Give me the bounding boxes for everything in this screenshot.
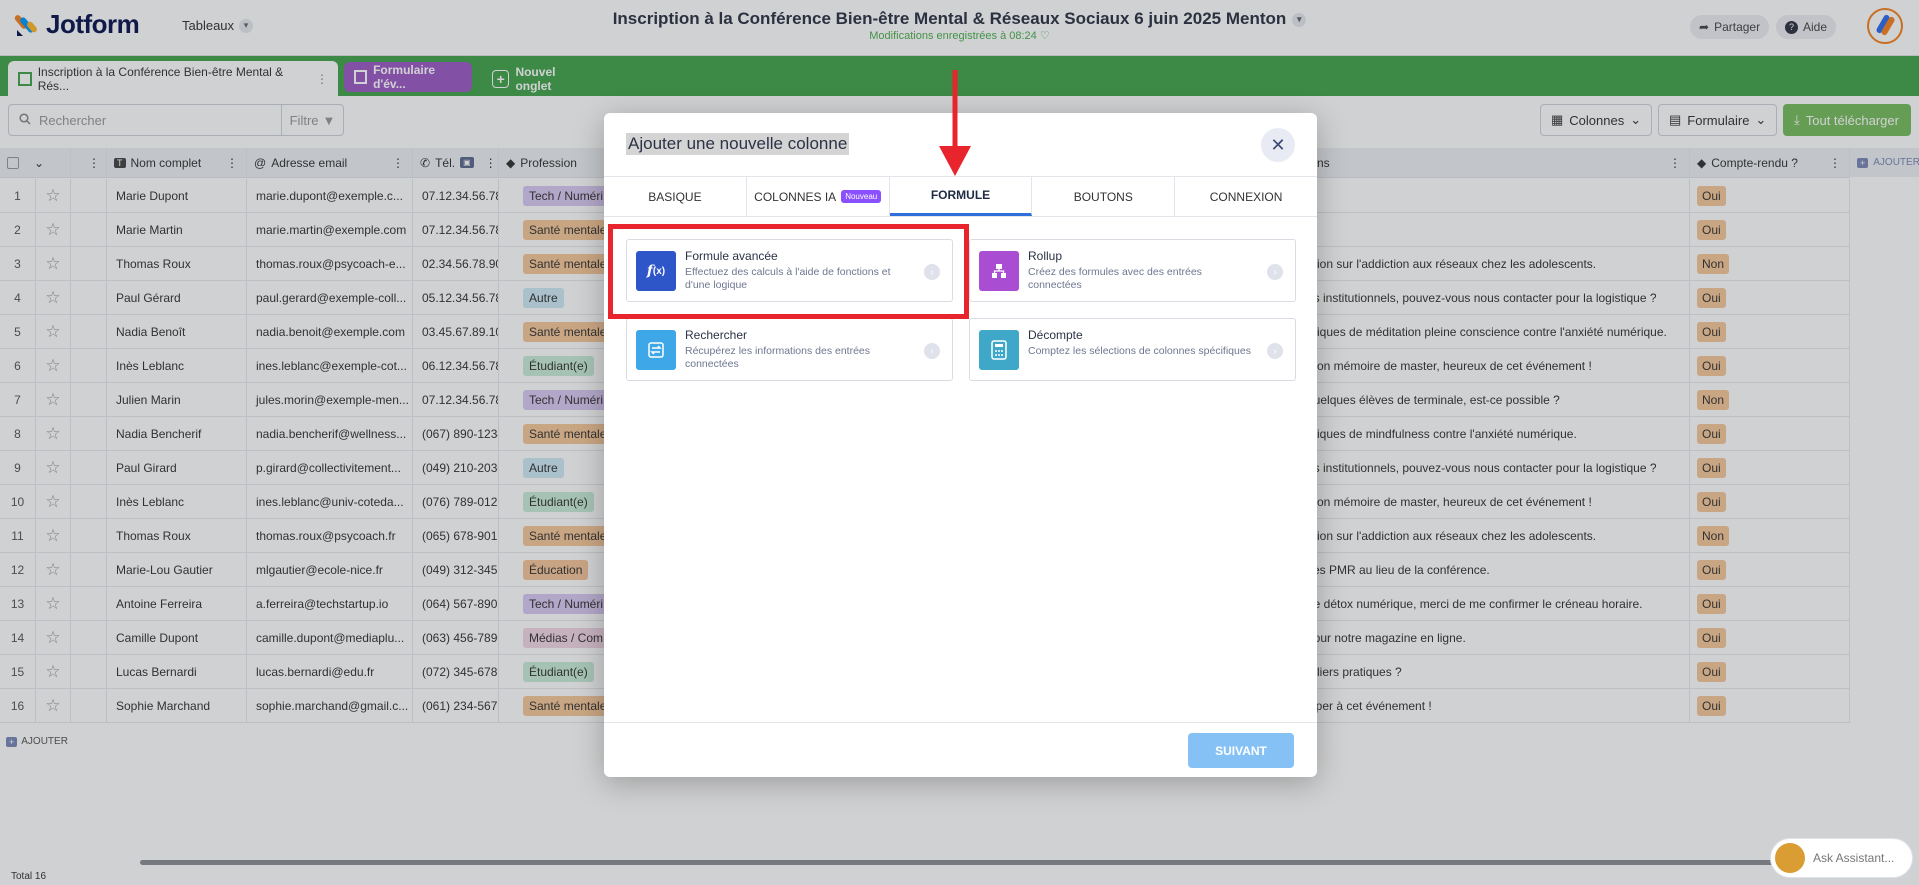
card-title: Décompte	[1028, 328, 1083, 342]
ask-assistant-label: Ask Assistant...	[1813, 851, 1895, 865]
tab-colonnes-ia-label: COLONNES IA	[754, 189, 837, 204]
chevron-right-icon: ›	[1267, 343, 1283, 359]
dialog-tabs: BASIQUE COLONNES IA Nouveau FORMULE BOUTO…	[604, 176, 1317, 217]
tab-colonnes-ia[interactable]: COLONNES IA Nouveau	[747, 177, 890, 216]
add-column-dialog: Ajouter une nouvelle colonne ✕ BASIQUE C…	[604, 113, 1317, 777]
lookup-icon	[636, 330, 676, 370]
tab-connexion[interactable]: CONNEXION	[1175, 177, 1317, 216]
tab-boutons-label: BOUTONS	[1073, 189, 1133, 204]
chevron-right-icon: ›	[1267, 264, 1283, 280]
card-description: Récupérez les informations des entrées c…	[685, 345, 871, 370]
tab-basique-label: BASIQUE	[648, 189, 702, 204]
dialog-footer-divider	[604, 722, 1317, 723]
ask-assistant-button[interactable]: Ask Assistant...	[1770, 838, 1913, 878]
card-title: Rollup	[1028, 249, 1063, 263]
card-description: Comptez les sélections de colonnes spéci…	[1028, 345, 1251, 357]
new-badge: Nouveau	[841, 190, 882, 203]
highlight-annotation	[608, 224, 969, 319]
card-rollup[interactable]: Rollup Créez des formules avec des entré…	[969, 239, 1296, 302]
assistant-avatar-icon	[1775, 843, 1805, 873]
tab-formule-label: FORMULE	[930, 188, 991, 202]
tab-boutons[interactable]: BOUTONS	[1032, 177, 1176, 216]
dialog-title: Ajouter une nouvelle colonne	[626, 133, 850, 155]
card-description: Créez des formules avec des entrées conn…	[1028, 266, 1202, 291]
card-title: Rechercher	[685, 328, 748, 342]
rollup-icon	[979, 251, 1019, 291]
next-button[interactable]: SUIVANT	[1188, 733, 1294, 768]
calculator-icon	[979, 330, 1019, 370]
tab-connexion-label: CONNEXION	[1209, 189, 1283, 204]
card-decompte[interactable]: Décompte Comptez les sélections de colon…	[969, 318, 1296, 381]
chevron-right-icon: ›	[924, 343, 940, 359]
card-rechercher[interactable]: Rechercher Récupérez les informations de…	[626, 318, 953, 381]
tab-formule[interactable]: FORMULE	[889, 177, 1033, 216]
tab-basique[interactable]: BASIQUE	[604, 177, 747, 216]
close-icon[interactable]: ✕	[1261, 128, 1295, 162]
